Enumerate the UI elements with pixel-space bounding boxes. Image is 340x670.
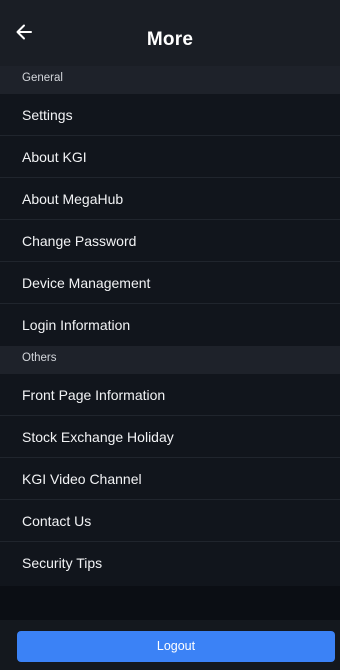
menu-item-label: About KGI [22, 149, 87, 165]
menu-item-stock-exchange-holiday[interactable]: Stock Exchange Holiday [0, 416, 340, 458]
section-header-general: General [0, 66, 340, 94]
content-spacer [0, 586, 340, 620]
menu-item-label: Settings [22, 107, 73, 123]
section-header-others: Others [0, 346, 340, 374]
logout-button[interactable]: Logout [17, 631, 335, 662]
menu-item-label: Device Management [22, 275, 151, 291]
menu-item-label: Change Password [22, 233, 137, 249]
menu-item-label: Login Information [22, 317, 131, 333]
menu-item-label: Front Page Information [22, 387, 166, 403]
menu-item-contact-us[interactable]: Contact Us [0, 500, 340, 542]
menu-item-device-management[interactable]: Device Management [0, 262, 340, 304]
menu-item-settings[interactable]: Settings [0, 94, 340, 136]
menu-item-kgi-video-channel[interactable]: KGI Video Channel [0, 458, 340, 500]
menu-item-front-page-information[interactable]: Front Page Information [0, 374, 340, 416]
menu-item-label: Stock Exchange Holiday [22, 429, 174, 445]
menu-item-about-megahub[interactable]: About MegaHub [0, 178, 340, 220]
menu-item-change-password[interactable]: Change Password [0, 220, 340, 262]
menu-item-label: Security Tips [22, 555, 103, 571]
section-title: Others [22, 352, 57, 364]
app-header: More [0, 0, 340, 66]
menu-item-label: About MegaHub [22, 191, 124, 207]
menu-item-security-tips[interactable]: Security Tips [0, 542, 340, 586]
menu-item-label: KGI Video Channel [22, 471, 142, 487]
menu-item-about-kgi[interactable]: About KGI [0, 136, 340, 178]
menu-item-label: Contact Us [22, 513, 92, 529]
section-title: General [22, 72, 63, 84]
menu-item-login-information[interactable]: Login Information [0, 304, 340, 346]
